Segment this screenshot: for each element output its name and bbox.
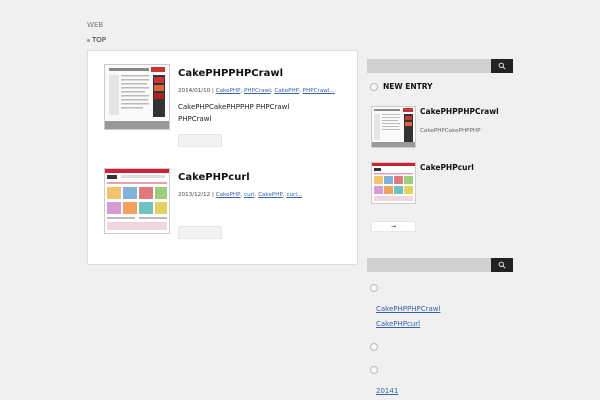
- post-tag-link[interactable]: curl...: [286, 192, 302, 198]
- new-entry-heading-label: NEW ENTRY: [383, 82, 433, 91]
- post-title[interactable]: CakePHPPHPCrawl: [178, 68, 283, 79]
- thumbnail-image-icon: [105, 65, 169, 129]
- search-icon: [498, 62, 506, 70]
- search-button[interactable]: [491, 258, 513, 272]
- post-tag-link[interactable]: PHPCrawl: [244, 88, 271, 94]
- entry-thumbnail[interactable]: [371, 162, 416, 204]
- post-tag-link[interactable]: CakePHP: [216, 88, 241, 94]
- post-tag-link[interactable]: CakePHP: [274, 88, 299, 94]
- breadcrumb-dot-icon: [87, 38, 90, 42]
- more-entries-button[interactable]: →: [371, 221, 416, 232]
- thumbnail-image-icon: [372, 163, 415, 203]
- post-excerpt-line: PHPCrawl: [178, 115, 212, 123]
- post-tag-link[interactable]: PHPCrawl...: [303, 88, 335, 94]
- search-button[interactable]: [491, 59, 513, 73]
- sidebar-link[interactable]: CakePHPcurl: [376, 320, 420, 328]
- breadcrumb: TOP: [87, 36, 106, 44]
- entry-thumbnail[interactable]: [371, 106, 416, 148]
- read-more-button[interactable]: [178, 226, 222, 239]
- thumbnail-image-icon: [105, 169, 169, 233]
- post-tag-link[interactable]: CakePHP: [258, 192, 283, 198]
- thumbnail-image-icon: [372, 107, 415, 147]
- heading-bullet-icon: [370, 82, 378, 91]
- sidebar-search-bar[interactable]: [367, 59, 513, 73]
- section-bullet-icon: [370, 284, 378, 292]
- post-title[interactable]: CakePHPcurl: [178, 172, 250, 183]
- post-date: 2014/01/10: [178, 88, 211, 94]
- post-thumbnail[interactable]: [104, 64, 170, 130]
- section-bullet-icon: [370, 343, 378, 351]
- post-date: 2013/12/12: [178, 192, 211, 198]
- post-thumbnail[interactable]: [104, 168, 170, 234]
- search-icon: [498, 261, 506, 269]
- site-label: WEB: [87, 21, 104, 29]
- new-entry-heading: NEW ENTRY: [370, 82, 433, 91]
- post-meta: 2014/01/10 | CakePHP, PHPCrawl, CakePHP,…: [178, 88, 335, 94]
- post-tag-link[interactable]: curl: [244, 192, 254, 198]
- section-bullet-icon: [370, 366, 378, 374]
- entry-description: CakePHPCakePHPPHP: [420, 128, 481, 134]
- archive-link[interactable]: 20141: [376, 387, 398, 395]
- read-more-button[interactable]: [178, 134, 222, 147]
- breadcrumb-top-link[interactable]: TOP: [92, 36, 106, 44]
- entry-title[interactable]: CakePHPcurl: [420, 163, 474, 172]
- post-tag-link[interactable]: CakePHP: [216, 192, 241, 198]
- entry-title[interactable]: CakePHPPHPCrawl: [420, 107, 499, 116]
- post-meta: 2013/12/12 | CakePHP, curl, CakePHP, cur…: [178, 192, 303, 198]
- sidebar-link[interactable]: CakePHPPHPCrawl: [376, 305, 440, 313]
- main-content-card: CakePHPPHPCrawl 2014/01/10 | CakePHP, PH…: [87, 50, 358, 265]
- post-excerpt-line: CakePHPCakePHPPHP PHPCrawl: [178, 103, 290, 111]
- sidebar-search-bar-2[interactable]: [367, 258, 513, 272]
